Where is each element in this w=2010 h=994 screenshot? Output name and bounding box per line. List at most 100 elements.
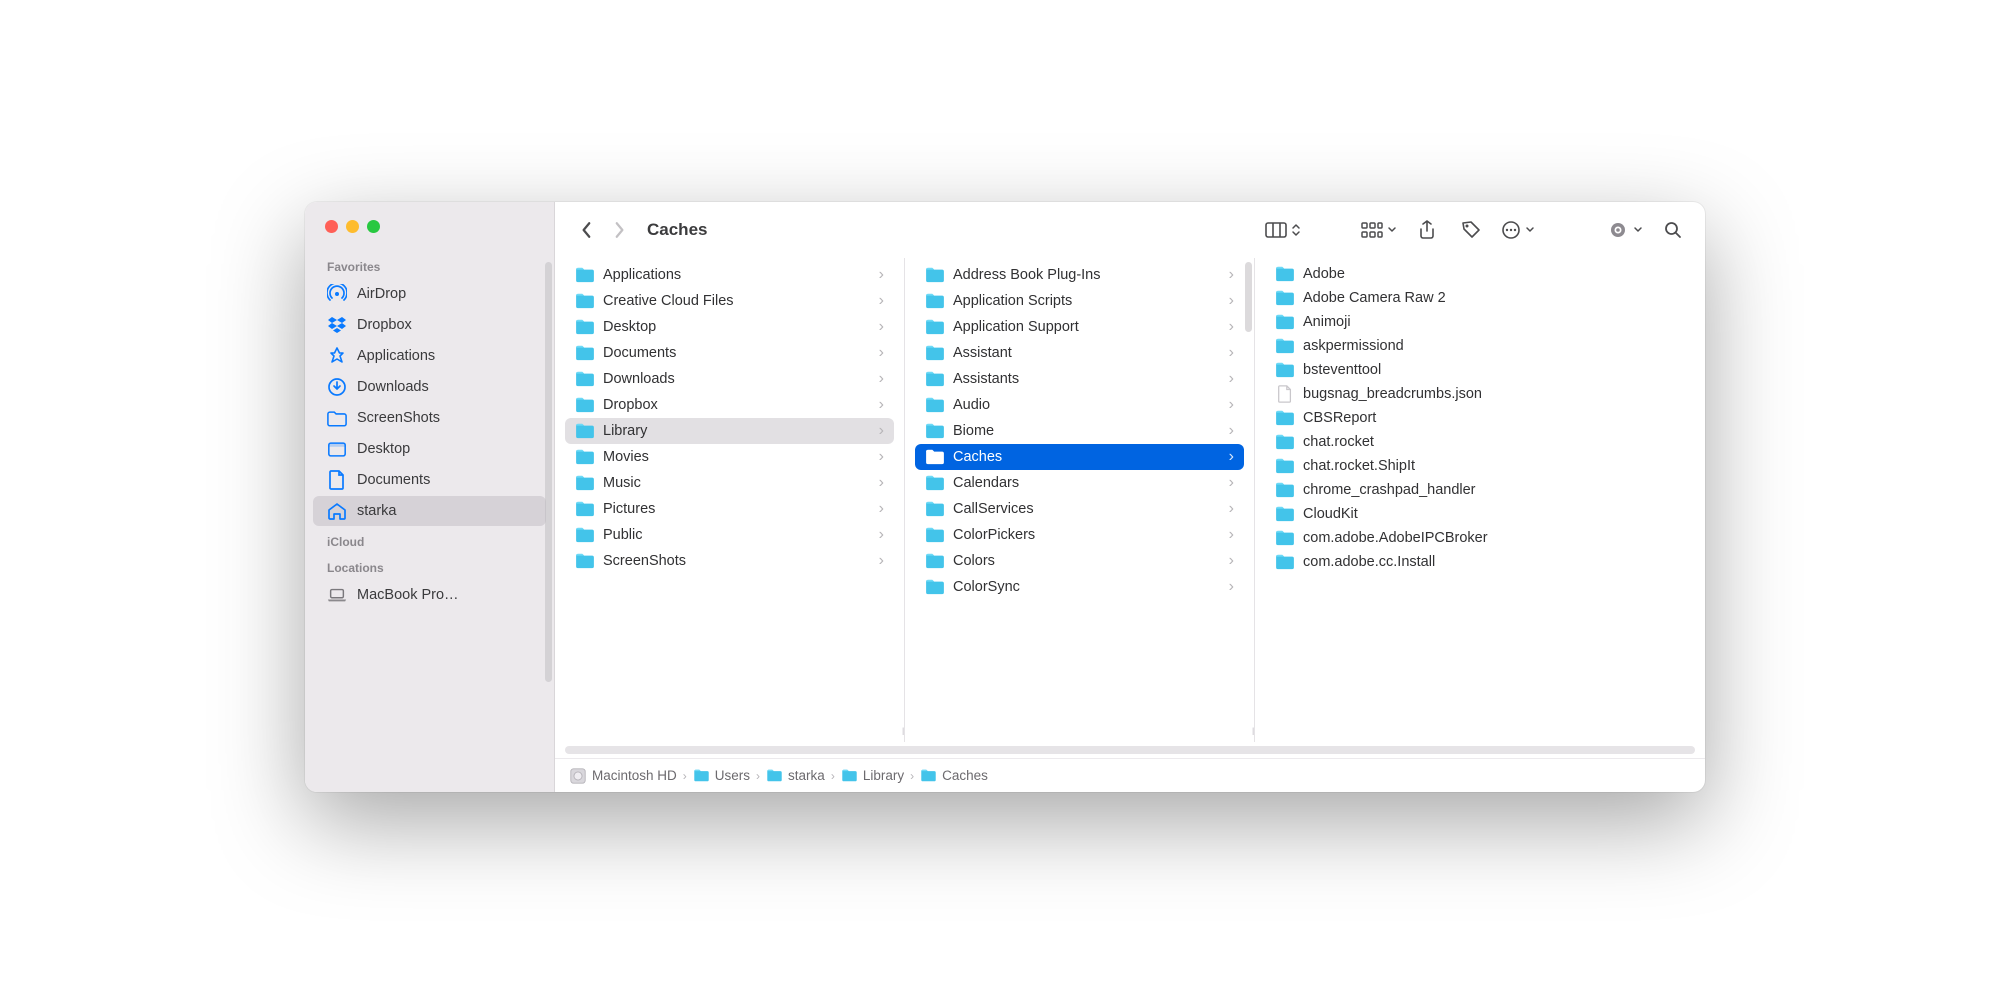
folder-icon [1275, 458, 1295, 474]
sidebar-item[interactable]: MacBook Pro… [313, 580, 546, 610]
path-segment[interactable]: Users [693, 768, 750, 783]
sidebar-item[interactable]: ScreenShots [313, 403, 546, 433]
path-segment[interactable]: Macintosh HD [569, 767, 677, 785]
sidebar-scrollbar[interactable] [545, 262, 552, 682]
column-row[interactable]: Assistants › [915, 366, 1244, 392]
close-button[interactable] [325, 220, 338, 233]
folder-icon [841, 769, 858, 782]
column-row[interactable]: Library› [565, 418, 894, 444]
folder-icon [1275, 530, 1295, 546]
column-row[interactable]: bugsnag_breadcrumbs.json [1265, 382, 1595, 406]
column-row[interactable]: Audio› [915, 392, 1244, 418]
column-row[interactable]: Assistant› [915, 340, 1244, 366]
column-row[interactable]: Biome› [915, 418, 1244, 444]
group-button[interactable] [1361, 216, 1397, 244]
column-scrollbar[interactable] [1245, 262, 1252, 332]
sidebar-item[interactable]: starka [313, 496, 546, 526]
column-row[interactable]: Music› [565, 470, 894, 496]
column-row[interactable]: Public› [565, 522, 894, 548]
folder-icon [920, 769, 937, 782]
search-button[interactable] [1659, 216, 1687, 244]
column-row[interactable]: Application Support› [915, 314, 1244, 340]
sidebar-item[interactable]: Desktop [313, 434, 546, 464]
tags-button[interactable] [1457, 216, 1485, 244]
window-title: Caches [647, 220, 707, 240]
column-row[interactable]: ColorSync› [915, 574, 1244, 600]
chevron-right-icon: › [879, 422, 884, 440]
column-row[interactable]: Pictures› [565, 496, 894, 522]
row-label: Public [603, 527, 643, 543]
sidebar-item[interactable]: Downloads [313, 372, 546, 402]
column-row[interactable]: Documents› [565, 340, 894, 366]
back-button[interactable] [573, 216, 601, 244]
column-row[interactable]: Adobe Camera Raw 2 [1265, 286, 1595, 310]
row-label: Downloads [603, 371, 675, 387]
column-row[interactable]: Downloads › [565, 366, 894, 392]
folder-icon [575, 267, 595, 283]
column-row[interactable]: Animoji [1265, 310, 1595, 334]
preview-button[interactable] [1607, 216, 1643, 244]
minimize-button[interactable] [346, 220, 359, 233]
zoom-button[interactable] [367, 220, 380, 233]
chevron-right-icon: › [879, 396, 884, 414]
horizontal-scrollbar[interactable] [555, 742, 1705, 758]
chevron-right-icon: › [1229, 578, 1234, 596]
column-row[interactable]: askpermissiond [1265, 334, 1595, 358]
sidebar-item[interactable]: Dropbox [313, 310, 546, 340]
column-row[interactable]: chat.rocket [1265, 430, 1595, 454]
column-row[interactable]: Dropbox› [565, 392, 894, 418]
forward-button[interactable] [605, 216, 633, 244]
column-resize-handle[interactable]: ‖ [1252, 727, 1254, 738]
column-row[interactable]: CloudKit [1265, 502, 1595, 526]
column-row[interactable]: ColorPickers› [915, 522, 1244, 548]
column-row[interactable]: bsteventtool [1265, 358, 1595, 382]
folder-icon [925, 579, 945, 595]
folder-icon [1275, 410, 1295, 426]
folder-icon [575, 527, 595, 543]
column-row[interactable]: Movies› [565, 444, 894, 470]
path-segment[interactable]: starka [766, 768, 825, 783]
column-row[interactable]: Desktop› [565, 314, 894, 340]
column-row[interactable]: Creative Cloud Files› [565, 288, 894, 314]
column-row[interactable]: com.adobe.AdobeIPCBroker [1265, 526, 1595, 550]
column-row[interactable]: com.adobe.cc.Install [1265, 550, 1595, 574]
disk-icon [569, 767, 587, 785]
column-row[interactable]: Adobe [1265, 262, 1595, 286]
row-label: Biome [953, 423, 994, 439]
column-row[interactable]: chat.rocket.ShipIt [1265, 454, 1595, 478]
column-row[interactable]: CallServices› [915, 496, 1244, 522]
action-button[interactable] [1501, 216, 1535, 244]
chevron-right-icon: › [1229, 344, 1234, 362]
column-row[interactable]: CBSReport [1265, 406, 1595, 430]
column-row[interactable]: chrome_crashpad_handler [1265, 478, 1595, 502]
path-segment[interactable]: Library [841, 768, 904, 783]
share-button[interactable] [1413, 216, 1441, 244]
row-label: Audio [953, 397, 990, 413]
view-columns-button[interactable] [1265, 216, 1301, 244]
row-label: CloudKit [1303, 506, 1358, 522]
column-row[interactable]: Colors› [915, 548, 1244, 574]
column-row[interactable]: Application Scripts› [915, 288, 1244, 314]
folder-icon [575, 397, 595, 413]
row-label: Assistants [953, 371, 1019, 387]
column-row[interactable]: Applications› [565, 262, 894, 288]
home-icon [327, 501, 347, 521]
path-segment[interactable]: Caches [920, 768, 988, 783]
column: Applications›Creative Cloud Files›Deskto… [555, 258, 905, 742]
column-resize-handle[interactable]: ‖ [902, 727, 904, 738]
sidebar-item[interactable]: Applications [313, 341, 546, 371]
folder-icon [1275, 338, 1295, 354]
sidebar-item-label: ScreenShots [357, 410, 440, 426]
sidebar-item[interactable]: AirDrop [313, 279, 546, 309]
column-row[interactable]: ScreenShots› [565, 548, 894, 574]
column-row[interactable]: Caches› [915, 444, 1244, 470]
sidebar-item-label: Desktop [357, 441, 410, 457]
column-row[interactable]: Address Book Plug-Ins› [915, 262, 1244, 288]
chevron-right-icon: › [1229, 370, 1234, 388]
chevron-right-icon: › [879, 370, 884, 388]
sidebar-item[interactable]: Documents [313, 465, 546, 495]
row-label: Movies [603, 449, 649, 465]
desktop-icon [327, 439, 347, 459]
row-label: Application Scripts [953, 293, 1072, 309]
column-row[interactable]: Calendars› [915, 470, 1244, 496]
